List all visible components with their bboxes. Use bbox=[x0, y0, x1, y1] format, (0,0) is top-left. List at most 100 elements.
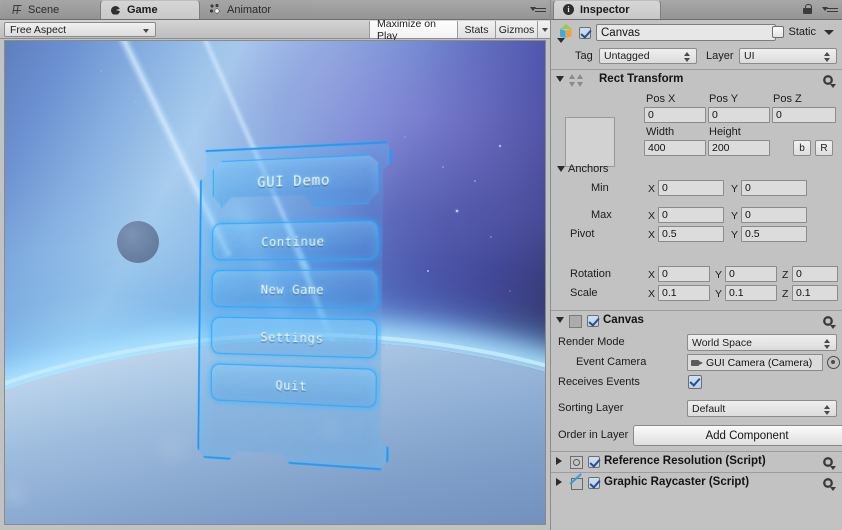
anchor-preview[interactable] bbox=[565, 117, 615, 167]
width-value: 400 bbox=[648, 142, 666, 154]
rotation-x-input[interactable]: 0 bbox=[658, 266, 710, 282]
chevron-down-icon bbox=[143, 29, 149, 33]
canvas-icon bbox=[569, 315, 582, 328]
anchor-max-y-value: 0 bbox=[745, 209, 751, 221]
render-mode-dropdown[interactable]: World Space bbox=[687, 334, 837, 351]
blueprint-mode-button[interactable]: b bbox=[793, 140, 811, 156]
lock-icon[interactable] bbox=[803, 4, 812, 14]
gear-icon[interactable] bbox=[822, 74, 836, 88]
pos-x-value: 0 bbox=[648, 109, 654, 121]
maximize-on-play-button[interactable]: Maximize on Play bbox=[369, 18, 457, 42]
anchor-min-y-value: 0 bbox=[745, 182, 751, 194]
game-render-view[interactable]: GUI Demo Continue New Game Settings Quit bbox=[4, 40, 546, 525]
game-panel-menu-icon[interactable] bbox=[530, 4, 546, 15]
static-dropdown-icon[interactable] bbox=[824, 30, 834, 35]
rect-transform-body: Pos X Pos Y Pos Z 0 0 0 Width Height 400… bbox=[551, 90, 842, 208]
width-label: Width bbox=[646, 126, 675, 138]
foldout-icon[interactable] bbox=[556, 478, 562, 486]
pos-z-input[interactable]: 0 bbox=[772, 107, 836, 123]
graphic-raycaster-header[interactable]: Graphic Raycaster (Script) bbox=[551, 472, 842, 493]
pos-z-value: 0 bbox=[776, 109, 782, 121]
rotation-y-input[interactable]: 0 bbox=[725, 266, 777, 282]
rect-transform-body-3: Rotation X 0 Y 0 Z 0 Scale X 0.1 Y 0.1 Z… bbox=[551, 266, 842, 310]
anchor-max-y-input[interactable]: 0 bbox=[741, 207, 807, 223]
left-tabbar: Scene Game Animator bbox=[0, 0, 550, 20]
pivot-y-value: 0.5 bbox=[745, 228, 760, 240]
min-x-axis: X bbox=[648, 183, 656, 195]
blueprint-label: b bbox=[799, 142, 805, 154]
canvas-enabled-checkbox[interactable] bbox=[587, 315, 599, 327]
gameobject-name-field[interactable]: Canvas bbox=[596, 24, 776, 41]
pos-y-input[interactable]: 0 bbox=[708, 107, 770, 123]
pivot-x-input[interactable]: 0.5 bbox=[658, 226, 724, 242]
object-picker-icon[interactable] bbox=[827, 356, 840, 369]
scale-z-value: 0.1 bbox=[796, 287, 811, 299]
stats-button[interactable]: Stats bbox=[457, 21, 495, 38]
rect-transform-header[interactable]: Rect Transform bbox=[551, 69, 842, 90]
tag-dropdown[interactable]: Untagged bbox=[599, 48, 697, 64]
tab-animator[interactable]: Animator bbox=[201, 0, 311, 19]
event-camera-label: Event Camera bbox=[576, 356, 647, 368]
add-component-button[interactable]: Add Component bbox=[633, 425, 842, 446]
tag-label: Tag bbox=[575, 50, 593, 62]
static-label: Static bbox=[788, 26, 816, 38]
camera-icon bbox=[691, 358, 703, 367]
static-toggle[interactable]: Static bbox=[772, 26, 816, 38]
foldout-icon[interactable] bbox=[556, 457, 562, 465]
layer-dropdown[interactable]: UI bbox=[739, 48, 837, 64]
render-mode-value: World Space bbox=[692, 336, 752, 349]
tag-layer-row: Tag Untagged Layer UI bbox=[551, 46, 842, 66]
gear-icon[interactable] bbox=[822, 315, 836, 329]
aspect-ratio-dropdown[interactable]: Free Aspect bbox=[4, 22, 156, 37]
scale-x-axis: X bbox=[648, 288, 656, 300]
rot-y-axis: Y bbox=[715, 269, 723, 281]
scale-x-value: 0.1 bbox=[662, 287, 677, 299]
pos-x-label: Pos X bbox=[646, 93, 676, 105]
anchor-min-y-input[interactable]: 0 bbox=[741, 180, 807, 196]
inspector-menu-icon[interactable] bbox=[822, 4, 838, 15]
sorting-layer-dropdown[interactable]: Default bbox=[687, 400, 837, 417]
render-mode-label: Render Mode bbox=[558, 336, 625, 348]
tab-inspector[interactable]: Inspector bbox=[553, 0, 661, 19]
anchor-min-x-input[interactable]: 0 bbox=[658, 180, 724, 196]
scale-z-input[interactable]: 0.1 bbox=[792, 285, 838, 301]
anchor-max-x-input[interactable]: 0 bbox=[658, 207, 724, 223]
canvas-component-header[interactable]: Canvas bbox=[551, 310, 842, 331]
width-input[interactable]: 400 bbox=[644, 140, 706, 156]
sorting-layer-value: Default bbox=[692, 402, 726, 415]
tab-game-label: Game bbox=[127, 4, 158, 16]
gear-icon[interactable] bbox=[822, 456, 836, 470]
pivot-y-input[interactable]: 0.5 bbox=[741, 226, 807, 242]
gizmos-button[interactable]: Gizmos bbox=[495, 21, 537, 38]
scale-x-input[interactable]: 0.1 bbox=[658, 285, 710, 301]
max-x-axis: X bbox=[648, 210, 656, 222]
tab-scene[interactable]: Scene bbox=[2, 0, 100, 19]
reference-resolution-enabled-checkbox[interactable] bbox=[588, 456, 600, 468]
event-camera-value: GUI Camera (Camera) bbox=[706, 356, 813, 369]
foldout-icon[interactable] bbox=[556, 76, 564, 82]
menu-button-continue[interactable]: Continue bbox=[212, 220, 379, 261]
static-checkbox[interactable] bbox=[772, 26, 785, 38]
rotation-z-input[interactable]: 0 bbox=[792, 266, 838, 282]
tag-value: Untagged bbox=[604, 50, 650, 62]
game-icon bbox=[109, 4, 122, 17]
graphic-raycaster-enabled-checkbox[interactable] bbox=[588, 477, 600, 489]
pos-y-value: 0 bbox=[712, 109, 718, 121]
scale-label: Scale bbox=[570, 287, 598, 299]
scale-y-input[interactable]: 0.1 bbox=[725, 285, 777, 301]
pos-x-input[interactable]: 0 bbox=[644, 107, 706, 123]
tab-game[interactable]: Game bbox=[100, 0, 200, 19]
height-input[interactable]: 200 bbox=[708, 140, 770, 156]
gameobject-enabled-checkbox[interactable] bbox=[579, 27, 591, 39]
receives-events-checkbox[interactable] bbox=[688, 375, 702, 389]
inspector-panel: Inspector Canvas Static Tag bbox=[550, 0, 842, 530]
foldout-icon[interactable] bbox=[556, 317, 564, 323]
raw-edit-mode-button[interactable]: R bbox=[815, 140, 833, 156]
reference-resolution-header[interactable]: Reference Resolution (Script) bbox=[551, 451, 842, 472]
anchors-foldout-icon[interactable] bbox=[557, 166, 565, 172]
pivot-x-value: 0.5 bbox=[662, 228, 677, 240]
animator-icon bbox=[209, 3, 222, 16]
reference-resolution-icon bbox=[570, 456, 583, 469]
gear-icon[interactable] bbox=[822, 477, 836, 491]
event-camera-field[interactable]: GUI Camera (Camera) bbox=[687, 354, 823, 371]
